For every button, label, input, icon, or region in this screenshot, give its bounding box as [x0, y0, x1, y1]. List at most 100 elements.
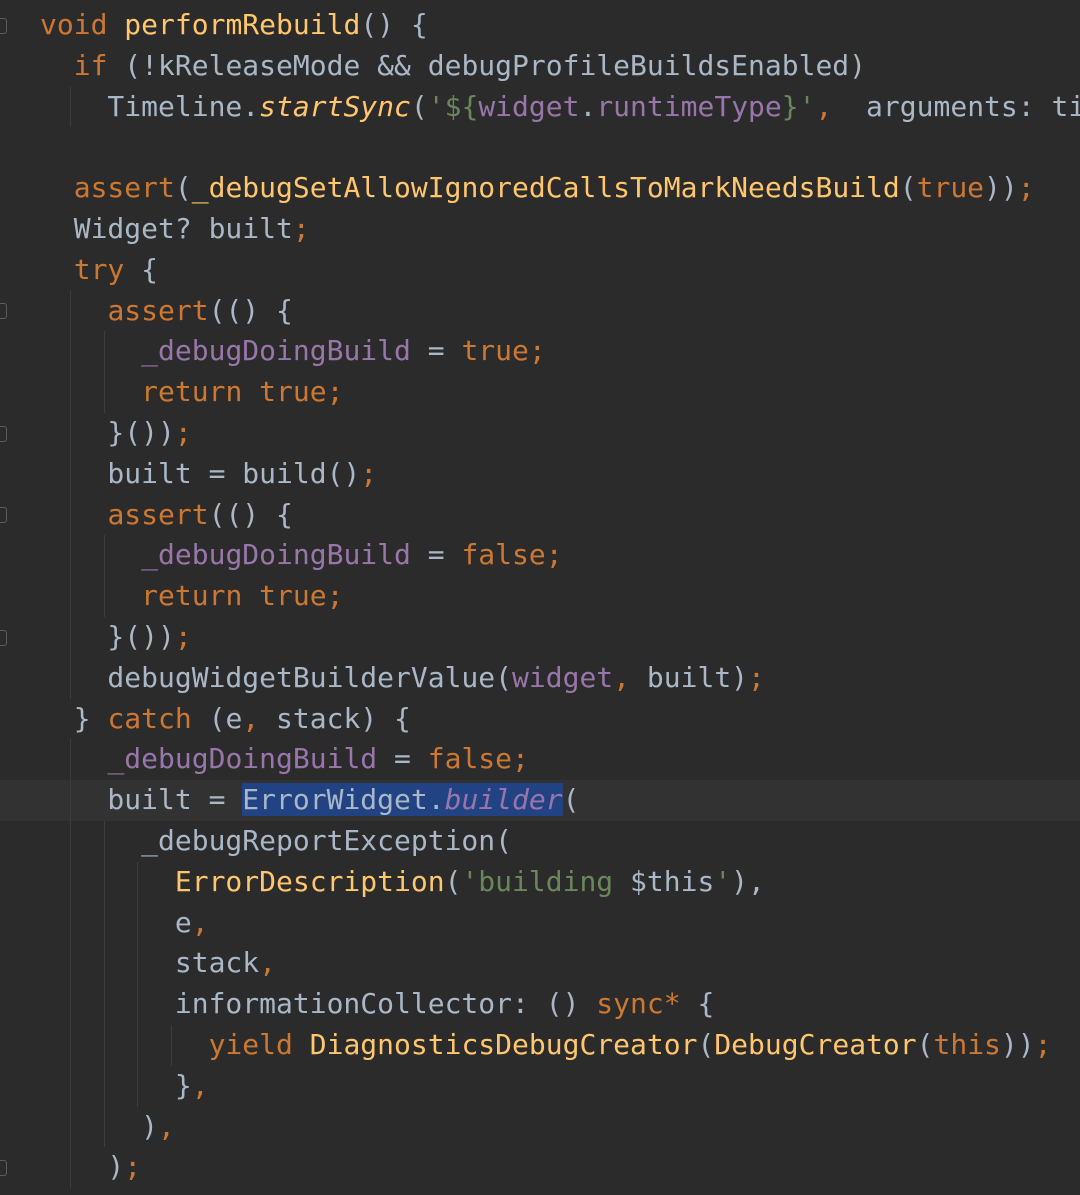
code-line[interactable]: return true; — [40, 372, 1080, 413]
code-line[interactable]: try { — [40, 250, 1080, 291]
code-line[interactable]: _debugDoingBuild = false; — [40, 535, 1080, 577]
code-line[interactable]: _debugDoingBuild = false; — [40, 739, 1080, 781]
code-token: _debugSetAllowIgnoredCallsToMarkNeedsBui… — [191, 171, 900, 205]
code-line[interactable]: informationCollector: () sync* { — [40, 984, 1080, 1025]
code-line[interactable]: return true; — [40, 576, 1080, 617]
fold-marker-icon[interactable] — [0, 18, 7, 34]
code-token: debugWidgetBuilderValue( — [40, 660, 513, 694]
indent-guide — [69, 86, 71, 128]
indent-guide — [103, 943, 105, 985]
code-editor[interactable]: void performRebuild() { if (!kReleaseMod… — [0, 0, 1080, 1195]
code-line[interactable]: e, — [40, 902, 1080, 944]
indent-guide — [137, 984, 139, 1025]
code-token: ErrorDescription — [174, 864, 445, 898]
code-token: ; — [545, 538, 563, 572]
code-token: return — [141, 375, 243, 409]
code-line[interactable]: debugWidgetBuilderValue(widget, built); — [40, 657, 1080, 699]
code-line[interactable]: assert(() { — [40, 290, 1080, 332]
fold-marker-icon[interactable] — [0, 1160, 7, 1176]
code-token: runtimeType — [596, 89, 782, 123]
indent-guide — [137, 1024, 139, 1066]
code-line[interactable]: built = ErrorWidget.builder( — [0, 780, 1080, 821]
code-token: ; — [124, 1150, 142, 1184]
fold-marker-icon[interactable] — [0, 507, 7, 523]
code-token: ( — [174, 171, 192, 205]
code-token: () { — [360, 8, 428, 41]
code-token: , — [191, 905, 209, 939]
code-line[interactable]: ), — [40, 1106, 1080, 1148]
code-line[interactable]: ); — [40, 1147, 1080, 1189]
code-line[interactable]: }()); — [40, 616, 1080, 658]
fold-marker-icon[interactable] — [0, 630, 7, 646]
code-token: Widget? built — [40, 211, 293, 245]
code-token: true — [259, 579, 327, 613]
code-token: ( — [562, 783, 580, 817]
indent-guide — [103, 861, 105, 903]
code-token: }' — [781, 89, 816, 123]
indent-guide — [137, 1065, 139, 1107]
code-token: , — [259, 946, 277, 980]
code-line[interactable]: void performRebuild() { — [40, 5, 1080, 46]
indent-guide — [103, 902, 105, 944]
code-token: ; — [1017, 171, 1035, 205]
code-line[interactable]: } catch (e, stack) { — [40, 699, 1080, 740]
code-token: = — [410, 538, 462, 572]
code-line[interactable]: }, — [40, 1065, 1080, 1107]
indent-guide — [69, 820, 71, 862]
code-token: { — [680, 987, 715, 1021]
code-line[interactable] — [40, 127, 1080, 168]
code-line[interactable]: assert(() { — [40, 494, 1080, 536]
code-token: '${ — [427, 89, 479, 123]
code-line[interactable]: _debugDoingBuild = true; — [40, 331, 1080, 373]
code-token: assert — [73, 171, 175, 205]
code-token: false — [461, 538, 546, 572]
code-line[interactable]: Timeline.startSync('${widget.runtimeType… — [40, 86, 1080, 128]
code-token: stack — [40, 946, 260, 980]
code-token: , — [158, 1109, 175, 1143]
code-token: , — [613, 660, 631, 694]
fold-marker-icon[interactable] — [0, 303, 7, 319]
code-token: built) — [630, 660, 749, 694]
code-line[interactable]: _debugReportException( — [40, 820, 1080, 862]
code-line[interactable]: built = build(); — [40, 453, 1080, 495]
code-line[interactable]: if (!kReleaseMode && debugProfileBuildsE… — [40, 46, 1080, 87]
code-token: ErrorWidget. — [242, 783, 445, 817]
indent-guide — [103, 576, 105, 617]
code-token: ) — [40, 1150, 125, 1184]
code-token: DiagnosticsDebugCreator — [309, 1027, 698, 1061]
code-token: yield — [208, 1027, 293, 1061]
code-token: Timeline. — [40, 89, 260, 123]
indent-guide — [103, 820, 105, 862]
code-token: ( — [444, 864, 462, 898]
code-line[interactable]: }()); — [40, 412, 1080, 454]
indent-guide — [69, 616, 71, 658]
indent-guide — [137, 902, 139, 944]
code-lines[interactable]: void performRebuild() { if (!kReleaseMod… — [0, 5, 1080, 1189]
code-token: ; — [174, 415, 192, 449]
code-line[interactable]: ErrorDescription('building $this'), — [40, 861, 1080, 903]
code-line[interactable]: yield DiagnosticsDebugCreator(DebugCreat… — [40, 1024, 1080, 1066]
code-line[interactable]: Widget? built; — [40, 209, 1080, 250]
code-line[interactable]: assert(_debugSetAllowIgnoredCallsToMarkN… — [40, 168, 1080, 209]
code-token: informationCollector: () — [40, 987, 597, 1021]
indent-guide — [103, 331, 105, 373]
code-token: ) — [40, 1109, 159, 1143]
code-token: true — [259, 375, 327, 409]
indent-guide — [69, 372, 71, 413]
code-token: _debugDoingBuild — [107, 742, 378, 776]
code-token: e — [40, 905, 192, 939]
code-token: return — [141, 579, 243, 613]
code-line[interactable]: stack, — [40, 943, 1080, 985]
code-token: builder — [444, 783, 563, 817]
code-token: assert — [107, 497, 209, 531]
code-token: _debugReportException( — [40, 823, 513, 857]
code-token: } — [40, 1068, 192, 1102]
fold-marker-icon[interactable] — [0, 426, 7, 442]
